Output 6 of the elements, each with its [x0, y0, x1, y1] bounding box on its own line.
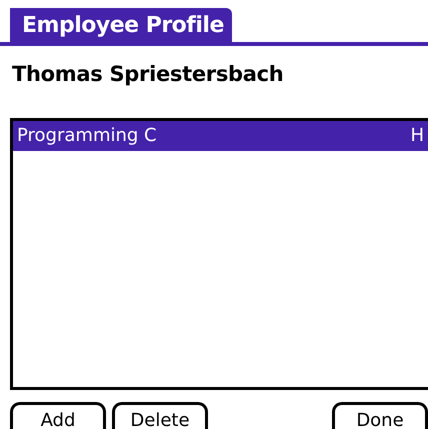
- employee-name: Thomas Spriestersbach: [12, 61, 284, 88]
- window-title: Employee Profile: [10, 8, 232, 42]
- skill-row[interactable]: Programming C H: [13, 121, 428, 151]
- button[interactable]: Done: [332, 402, 428, 429]
- button[interactable]: Add: [10, 402, 106, 429]
- button[interactable]: Delete: [112, 402, 208, 429]
